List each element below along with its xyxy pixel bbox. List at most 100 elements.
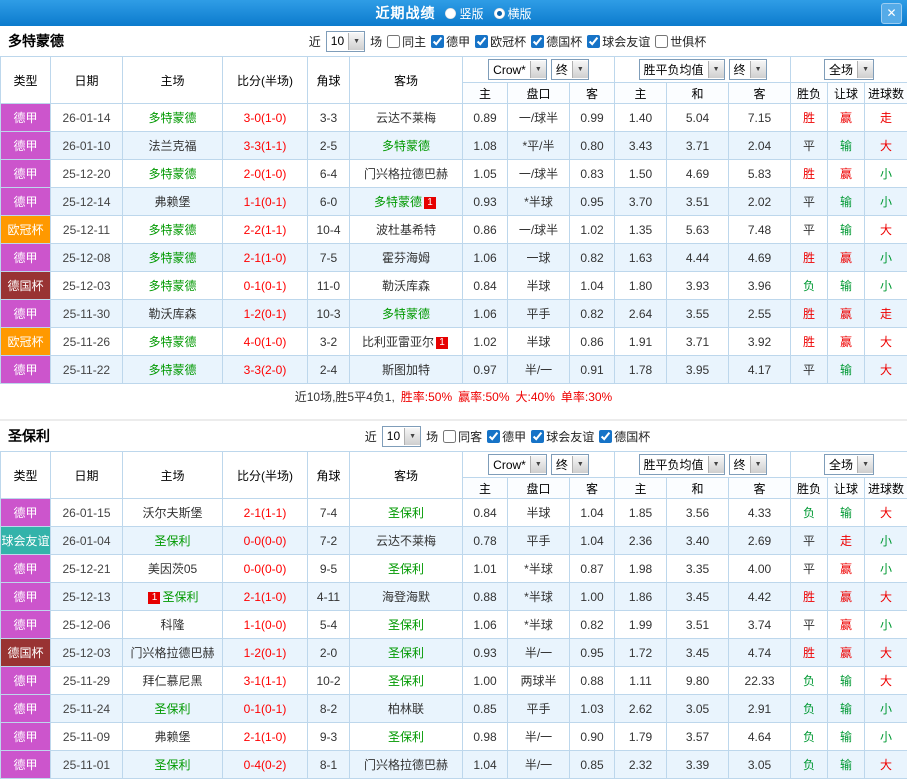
scope-select[interactable]: 全场▼ — [824, 59, 874, 80]
avg-home-odds: 1.80 — [615, 272, 667, 300]
filter-checkbox-input[interactable] — [655, 35, 668, 48]
result-outcome: 负 — [791, 723, 828, 751]
home-team-name: 圣保利 — [162, 590, 198, 604]
recent-count-select[interactable]: 10▼ — [326, 31, 365, 52]
avg-away-odds: 2.04 — [729, 132, 791, 160]
recent-count-select[interactable]: 10▼ — [382, 426, 421, 447]
chevron-down-icon: ▼ — [857, 61, 873, 78]
filter-checkbox-2[interactable]: 球会友谊 — [531, 428, 594, 445]
filter-checkbox-input[interactable] — [443, 430, 456, 443]
home-team-cell: 法兰克福 — [123, 132, 223, 160]
team-bar: 多特蒙德近10▼场同主德甲欧冠杯德国杯球会友谊世俱杯 — [0, 26, 907, 56]
home-team-cell: 拜仁慕尼黑 — [123, 667, 223, 695]
result-handicap: 赢 — [828, 244, 865, 272]
result-goals: 小 — [865, 723, 907, 751]
away-team-name: 圣保利 — [388, 730, 424, 744]
column-subheader: 胜负 — [791, 478, 828, 499]
avg-odds-select[interactable]: 胜平负均值▼ — [639, 59, 725, 80]
table-row: 德甲25-12-14弗赖堡1-1(0-1)6-0多特蒙德10.93*半球0.95… — [1, 188, 907, 216]
bookmaker-select[interactable]: Crow*▼ — [488, 454, 547, 475]
avg-away-odds: 5.83 — [729, 160, 791, 188]
avg-draw-odds: 3.55 — [667, 300, 729, 328]
away-team-cell: 柏林联 — [350, 695, 463, 723]
filter-checkbox-text: 球会友谊 — [602, 33, 650, 50]
avg-period-select-value: 终 — [734, 456, 746, 473]
avg-draw-odds: 3.95 — [667, 356, 729, 384]
home-team-name: 法兰克福 — [148, 139, 196, 153]
table-row: 球会友谊26-01-04圣保利0-0(0-0)7-2云达不莱梅0.78平手1.0… — [1, 527, 907, 555]
avg-period-select[interactable]: 终▼ — [729, 59, 767, 80]
layout-radio-vertical[interactable]: 竖版 — [445, 5, 483, 22]
filter-checkbox-5[interactable]: 世俱杯 — [655, 33, 706, 50]
away-team-cell: 多特蒙德 — [350, 132, 463, 160]
column-subheader: 进球数 — [865, 83, 907, 104]
filter-checkbox-2[interactable]: 欧冠杯 — [475, 33, 526, 50]
away-team-cell: 比利亚雷亚尔1 — [350, 328, 463, 356]
bookmaker-select[interactable]: Crow*▼ — [488, 59, 547, 80]
corner-cell: 10-3 — [308, 300, 350, 328]
avg-period-select[interactable]: 终▼ — [729, 454, 767, 475]
handicap-away-odds: 1.04 — [570, 499, 615, 527]
handicap-home-odds: 1.08 — [463, 132, 508, 160]
away-team-cell: 门兴格拉德巴赫 — [350, 160, 463, 188]
filter-checkbox-input[interactable] — [387, 35, 400, 48]
result-goals: 大 — [865, 216, 907, 244]
score-cell: 0-4(0-2) — [223, 751, 308, 779]
home-team-cell: 科隆 — [123, 611, 223, 639]
filter-checkbox-1[interactable]: 德甲 — [487, 428, 526, 445]
column-header: 角球 — [308, 57, 350, 104]
radio-checked-icon[interactable] — [494, 8, 505, 19]
result-handicap: 赢 — [828, 300, 865, 328]
filter-checkbox-input[interactable] — [475, 35, 488, 48]
filter-checkbox-0[interactable]: 同主 — [387, 33, 426, 50]
avg-away-odds: 4.33 — [729, 499, 791, 527]
handicap-period-select[interactable]: 终▼ — [551, 454, 589, 475]
avg-draw-odds: 3.45 — [667, 583, 729, 611]
radio-icon[interactable] — [445, 8, 456, 19]
filter-checkbox-input[interactable] — [531, 35, 544, 48]
column-subheader: 让球 — [828, 478, 865, 499]
result-goals: 大 — [865, 667, 907, 695]
corner-cell: 5-4 — [308, 611, 350, 639]
filter-checkbox-3[interactable]: 德国杯 — [531, 33, 582, 50]
handicap-away-odds: 1.00 — [570, 583, 615, 611]
scope-select[interactable]: 全场▼ — [824, 454, 874, 475]
handicap-period-select[interactable]: 终▼ — [551, 59, 589, 80]
filter-checkbox-input[interactable] — [531, 430, 544, 443]
score-cell: 3-1(1-1) — [223, 667, 308, 695]
column-subheader: 胜负 — [791, 83, 828, 104]
result-goals: 小 — [865, 527, 907, 555]
league-cell: 德甲 — [1, 160, 51, 188]
filter-checkbox-1[interactable]: 德甲 — [431, 33, 470, 50]
handicap-home-odds: 1.02 — [463, 328, 508, 356]
filter-checkbox-input[interactable] — [431, 35, 444, 48]
filter-checkbox-0[interactable]: 同客 — [443, 428, 482, 445]
result-outcome: 胜 — [791, 300, 828, 328]
filter-checkbox-input[interactable] — [587, 35, 600, 48]
filter-checkbox-3[interactable]: 德国杯 — [599, 428, 650, 445]
table-row: 德甲25-11-30勒沃库森1-2(0-1)10-3多特蒙德1.06平手0.82… — [1, 300, 907, 328]
league-cell: 德甲 — [1, 555, 51, 583]
handicap-line: *半球 — [508, 583, 570, 611]
column-header: 比分(半场) — [223, 452, 308, 499]
score-cell: 2-1(1-0) — [223, 583, 308, 611]
close-icon[interactable]: ✕ — [881, 3, 902, 24]
avg-draw-odds: 3.93 — [667, 272, 729, 300]
away-team-name: 多特蒙德 — [382, 307, 430, 321]
corner-cell: 10-2 — [308, 667, 350, 695]
column-subheader: 让球 — [828, 83, 865, 104]
away-team-cell: 多特蒙德1 — [350, 188, 463, 216]
date-cell: 25-12-20 — [51, 160, 123, 188]
filter-checkbox-4[interactable]: 球会友谊 — [587, 33, 650, 50]
filter-checkbox-input[interactable] — [487, 430, 500, 443]
avg-draw-odds: 3.40 — [667, 527, 729, 555]
filter-checkbox-input[interactable] — [599, 430, 612, 443]
avg-away-odds: 2.02 — [729, 188, 791, 216]
table-row: 德国杯25-12-03门兴格拉德巴赫1-2(0-1)2-0圣保利0.93半/一0… — [1, 639, 907, 667]
score-cell: 1-2(0-1) — [223, 639, 308, 667]
handicap-line: 半球 — [508, 499, 570, 527]
layout-radio-horizontal[interactable]: 横版 — [494, 5, 532, 22]
home-team-name: 多特蒙德 — [148, 279, 196, 293]
avg-odds-select[interactable]: 胜平负均值▼ — [639, 454, 725, 475]
column-subheader: 主 — [463, 83, 508, 104]
